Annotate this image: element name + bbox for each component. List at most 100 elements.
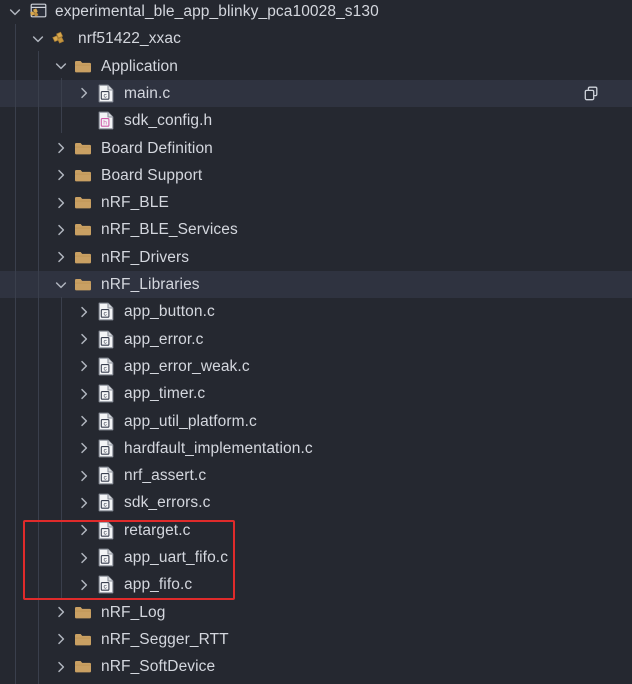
chevron-right-icon[interactable] xyxy=(73,353,95,380)
tree-row-label: nrf_assert.c xyxy=(124,467,207,485)
tree-row[interactable]: c nrf_assert.c xyxy=(0,462,632,489)
indent-spacer xyxy=(0,298,73,325)
chevron-right-icon[interactable] xyxy=(50,626,72,653)
indent-spacer xyxy=(0,599,50,626)
indent-guide-level-3b xyxy=(61,297,62,600)
tree-row-label: app_fifo.c xyxy=(124,576,193,594)
chevron-right-icon[interactable] xyxy=(73,380,95,407)
tree-row[interactable]: c app_error.c xyxy=(0,326,632,353)
indent-spacer xyxy=(0,80,73,107)
tree-row-label: nRF_Segger_RTT xyxy=(101,630,229,648)
tree-row[interactable]: nRF_BLE_Services xyxy=(0,216,632,243)
indent-spacer xyxy=(0,408,73,435)
project-icon xyxy=(49,25,71,52)
chevron-down-icon[interactable] xyxy=(4,0,26,25)
chevron-down-icon[interactable] xyxy=(50,53,72,80)
folder-icon xyxy=(72,216,94,243)
tree-row-label: app_uart_fifo.c xyxy=(124,549,229,566)
project-explorer-tree[interactable]: experimental_ble_app_blinky_pca10028_s13… xyxy=(0,0,632,684)
tree-row[interactable]: Board Support xyxy=(0,162,632,189)
chevron-down-icon[interactable] xyxy=(27,25,49,52)
tree-row-label: nRF_Libraries xyxy=(101,276,200,293)
tree-row-label: Board Definition xyxy=(101,139,213,157)
tree-row-label: app_error.c xyxy=(124,330,204,348)
indent-spacer xyxy=(0,653,50,680)
indent-spacer xyxy=(0,271,50,298)
chevron-right-icon[interactable] xyxy=(50,599,72,626)
tree-row[interactable]: experimental_ble_app_blinky_pca10028_s13… xyxy=(0,0,632,25)
tree-row[interactable]: c hardfault_implementation.c xyxy=(0,435,632,462)
c-file-icon: c xyxy=(95,544,117,571)
chevron-right-icon[interactable] xyxy=(50,653,72,680)
tree-row[interactable]: c sdk_errors.c xyxy=(0,489,632,516)
tree-row-label: nRF_BLE xyxy=(101,194,169,212)
chevron-right-icon[interactable] xyxy=(50,216,72,243)
c-file-icon: c xyxy=(95,353,117,380)
c-file-icon: c xyxy=(95,380,117,407)
tree-row[interactable]: nRF_Libraries xyxy=(0,271,632,298)
tree-row-label: app_timer.c xyxy=(124,385,206,403)
tree-row[interactable]: Board Definition xyxy=(0,135,632,162)
tree-row[interactable]: c app_button.c xyxy=(0,298,632,325)
c-file-icon: c xyxy=(95,435,117,462)
chevron-right-icon[interactable] xyxy=(73,489,95,516)
c-file-icon: c xyxy=(95,80,117,107)
chevron-right-icon[interactable] xyxy=(73,326,95,353)
tree-row[interactable]: c main.c xyxy=(0,79,632,107)
folder-icon xyxy=(72,244,94,271)
svg-text:h: h xyxy=(103,120,107,127)
copy-icon[interactable] xyxy=(580,80,602,107)
indent-spacer xyxy=(0,435,73,462)
chevron-right-icon[interactable] xyxy=(50,244,72,271)
chevron-right-icon[interactable] xyxy=(73,80,95,107)
indent-spacer xyxy=(0,326,73,353)
tree-row[interactable]: c retarget.c xyxy=(0,517,632,544)
chevron-right-icon[interactable] xyxy=(73,462,95,489)
solution-icon xyxy=(26,0,48,25)
chevron-right-icon[interactable] xyxy=(73,571,95,598)
indent-spacer xyxy=(0,353,73,380)
indent-spacer xyxy=(0,380,73,407)
folder-icon xyxy=(72,53,94,80)
tree-row[interactable]: c app_fifo.c xyxy=(0,571,632,598)
indent-spacer xyxy=(0,162,50,189)
tree-row[interactable]: nRF_Drivers xyxy=(0,244,632,271)
tree-row-label: nRF_Log xyxy=(101,603,166,621)
tree-row[interactable]: nRF_SoftDevice xyxy=(0,653,632,680)
folder-icon xyxy=(72,653,94,680)
tree-row-label: Application xyxy=(101,57,178,75)
tree-row[interactable]: h sdk_config.h xyxy=(0,107,632,134)
tree-row[interactable]: nRF_Log xyxy=(0,599,632,626)
tree-row[interactable]: c app_error_weak.c xyxy=(0,353,632,380)
chevron-right-icon[interactable] xyxy=(73,544,95,571)
chevron-down-icon[interactable] xyxy=(50,271,72,298)
indent-spacer xyxy=(0,517,73,544)
chevron-right-icon[interactable] xyxy=(50,189,72,216)
tree-row-label: sdk_errors.c xyxy=(124,494,211,512)
c-file-icon: c xyxy=(95,408,117,435)
tree-row[interactable]: nRF_Segger_RTT xyxy=(0,626,632,653)
folder-icon xyxy=(72,189,94,216)
tree-row-label: app_button.c xyxy=(124,303,215,321)
tree-row[interactable]: c app_timer.c xyxy=(0,380,632,407)
chevron-right-icon[interactable] xyxy=(50,162,72,189)
chevron-right-icon[interactable] xyxy=(73,517,95,544)
indent-spacer xyxy=(0,107,73,134)
tree-row[interactable]: Application xyxy=(0,53,632,80)
tree-row[interactable]: nrf51422_xxac xyxy=(0,25,632,52)
folder-icon xyxy=(72,135,94,162)
tree-row[interactable]: nRF_BLE xyxy=(0,189,632,216)
chevron-right-icon[interactable] xyxy=(73,408,95,435)
tree-row-label: nRF_SoftDevice xyxy=(101,658,216,676)
chevron-right-icon[interactable] xyxy=(73,298,95,325)
folder-icon xyxy=(72,271,94,298)
tree-row[interactable]: c app_util_platform.c xyxy=(0,408,632,435)
c-file-icon: c xyxy=(95,298,117,325)
chevron-right-icon[interactable] xyxy=(73,435,95,462)
indent-spacer xyxy=(0,25,27,52)
indent-spacer xyxy=(0,53,50,80)
tree-row[interactable]: c app_uart_fifo.c xyxy=(0,544,632,571)
tree-row-label: app_util_platform.c xyxy=(124,412,257,430)
chevron-right-icon[interactable] xyxy=(50,135,72,162)
indent-spacer xyxy=(0,244,50,271)
